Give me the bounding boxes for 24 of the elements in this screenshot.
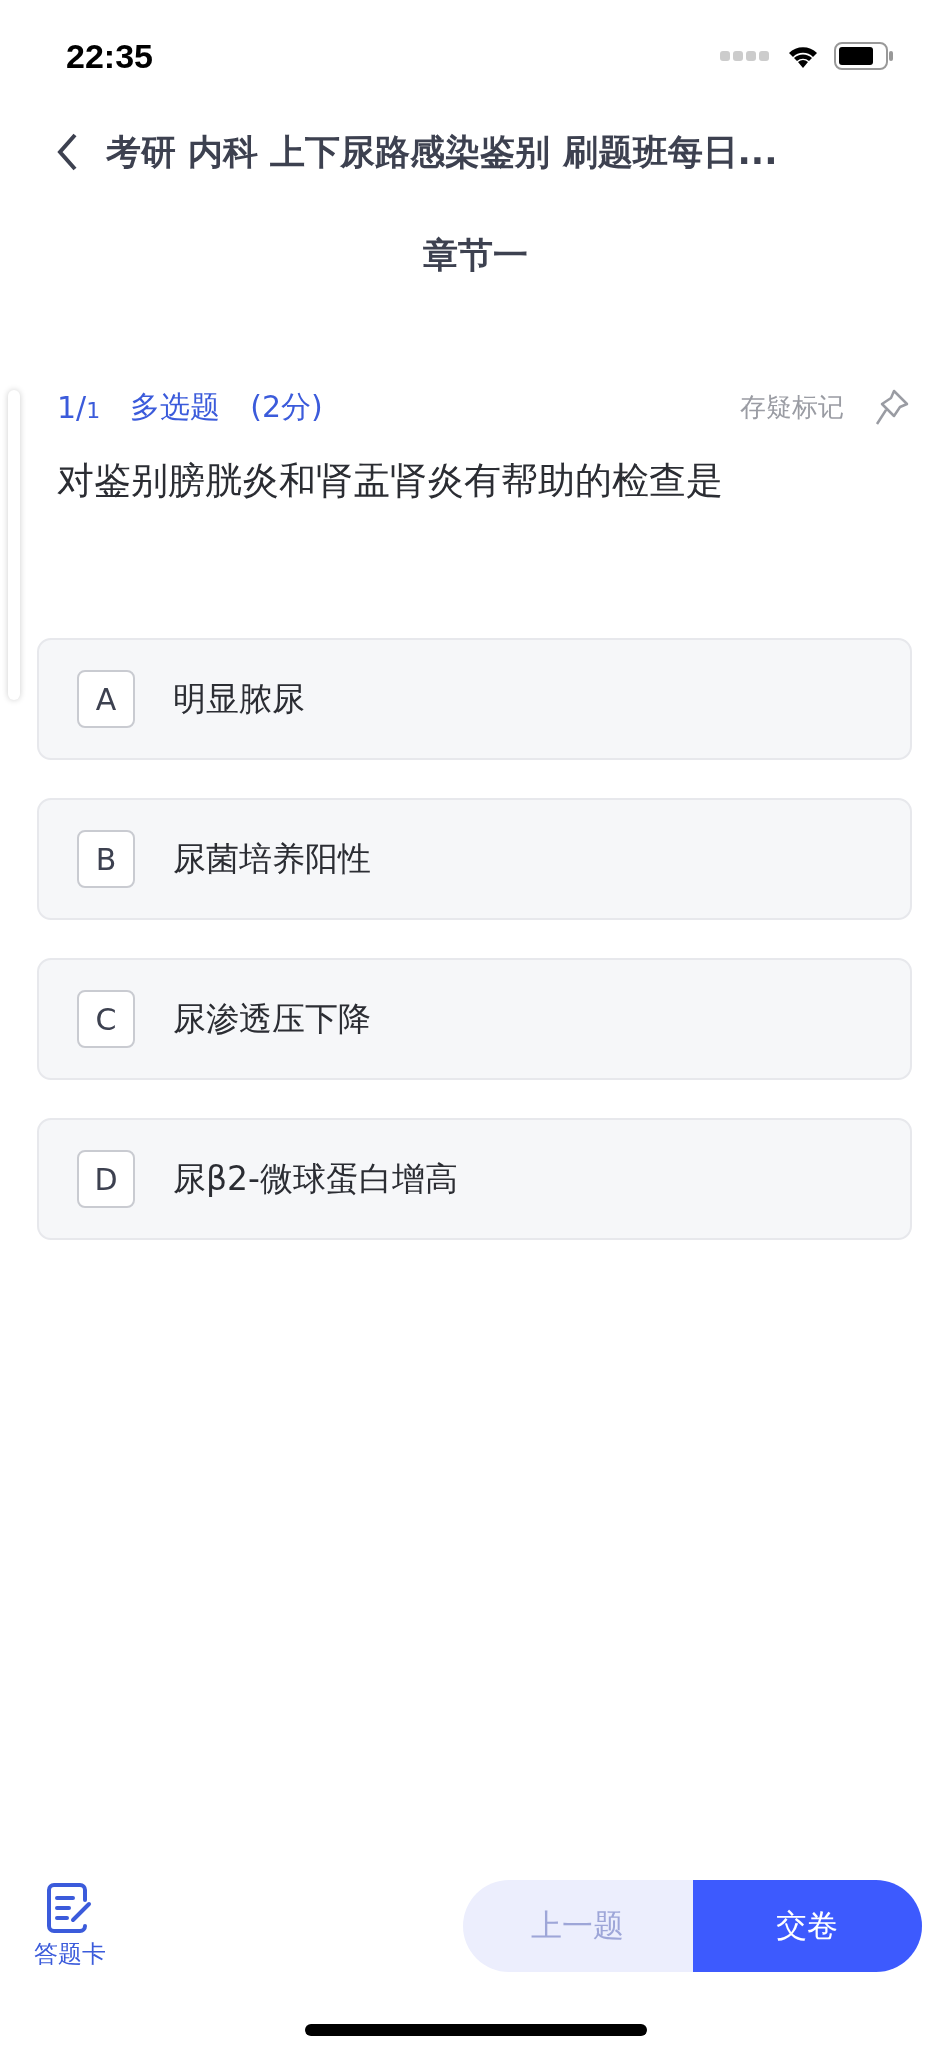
question-type: 多选题 <box>130 388 221 426</box>
status-time: 22:35 <box>66 36 153 76</box>
option-text: 明显脓尿 <box>173 677 305 720</box>
nav-title: 考研 内科 上下尿路感染鉴别 刷题班每日... <box>106 130 778 174</box>
option-letter: D <box>77 1150 135 1208</box>
answer-option[interactable]: D 尿β2-微球蛋白增高 <box>37 1118 912 1240</box>
question-counter: 1/1 <box>57 390 101 425</box>
option-text: 尿菌培养阳性 <box>173 837 371 880</box>
signal-icon <box>720 49 772 63</box>
option-text: 尿渗透压下降 <box>173 997 371 1040</box>
answer-option[interactable]: C 尿渗透压下降 <box>37 958 912 1080</box>
answer-option[interactable]: A 明显脓尿 <box>37 638 912 760</box>
submit-button[interactable]: 交卷 <box>692 1880 922 1972</box>
question-score: (2分) <box>250 388 323 426</box>
answer-option[interactable]: B 尿菌培养阳性 <box>37 798 912 920</box>
chapter-title: 章节一 <box>421 234 529 277</box>
battery-icon <box>834 42 894 70</box>
option-letter: C <box>77 990 135 1048</box>
option-letter: A <box>77 670 135 728</box>
option-text: 尿β2-微球蛋白增高 <box>173 1157 458 1200</box>
question-text: 对鉴别膀胱炎和肾盂肾炎有帮助的检查是 <box>57 458 724 504</box>
answer-card-label[interactable]: 答题卡 <box>34 1938 106 1970</box>
option-letter: B <box>77 830 135 888</box>
back-icon[interactable] <box>56 132 78 172</box>
